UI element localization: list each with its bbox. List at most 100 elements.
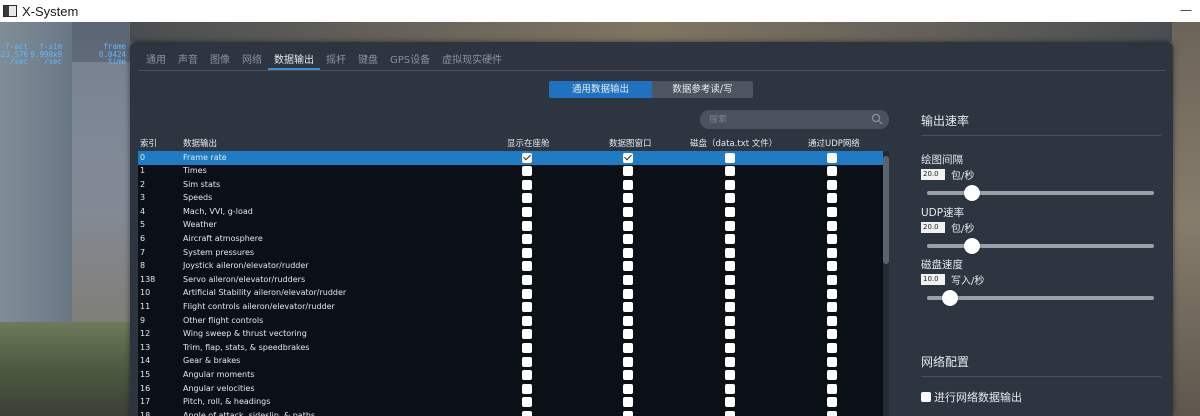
udp-checkbox[interactable] xyxy=(827,261,837,272)
tab-item[interactable]: 网络 xyxy=(236,52,268,70)
general-output-button[interactable]: 通用数据输出 xyxy=(549,81,652,98)
tab-item[interactable]: GPS设备 xyxy=(384,52,436,70)
disk-checkbox[interactable] xyxy=(725,383,735,394)
table-row[interactable]: 17 Pitch, roll, & headings xyxy=(138,396,883,410)
tab-item[interactable]: 声音 xyxy=(172,52,204,70)
disk-rate-input[interactable]: 10.0 xyxy=(921,274,945,285)
cockpit-checkbox[interactable] xyxy=(522,288,532,299)
udp-checkbox[interactable] xyxy=(827,397,837,408)
graph-checkbox[interactable] xyxy=(623,247,633,258)
udp-checkbox[interactable] xyxy=(827,179,837,190)
graph-interval-input[interactable]: 20.0 xyxy=(921,169,945,180)
graph-checkbox[interactable] xyxy=(623,342,633,353)
graph-checkbox[interactable] xyxy=(623,206,633,217)
cockpit-checkbox[interactable] xyxy=(522,329,532,340)
tab-item[interactable]: 图像 xyxy=(204,52,236,70)
graph-checkbox[interactable] xyxy=(623,370,633,381)
table-row[interactable]: 18 Angle of attack, sideslip, & paths xyxy=(138,409,883,416)
udp-checkbox[interactable] xyxy=(827,206,837,217)
disk-checkbox[interactable] xyxy=(725,302,735,313)
cockpit-checkbox[interactable] xyxy=(522,220,532,231)
search-icon[interactable] xyxy=(871,113,883,125)
disk-checkbox[interactable] xyxy=(725,342,735,353)
table-row[interactable]: 10 Artificial Stability aileron/elevator/… xyxy=(138,287,883,301)
udp-checkbox[interactable] xyxy=(827,315,837,326)
udp-checkbox[interactable] xyxy=(827,356,837,367)
tab-item[interactable]: 数据输出 xyxy=(268,52,320,70)
disk-checkbox[interactable] xyxy=(725,329,735,340)
disk-checkbox[interactable] xyxy=(725,166,735,177)
udp-checkbox[interactable] xyxy=(827,370,837,381)
dataref-rw-button[interactable]: 数据参考读/写 xyxy=(652,81,753,98)
disk-rate-slider[interactable] xyxy=(927,290,1154,306)
udp-checkbox[interactable] xyxy=(827,288,837,299)
table-row[interactable]: 3 Speeds xyxy=(138,192,883,206)
graph-checkbox[interactable] xyxy=(623,220,633,231)
table-row[interactable]: 9 Other flight controls xyxy=(138,314,883,328)
graph-checkbox[interactable] xyxy=(623,179,633,190)
search-input[interactable] xyxy=(709,114,859,125)
graph-checkbox[interactable] xyxy=(623,302,633,313)
graph-checkbox[interactable] xyxy=(623,274,633,285)
cockpit-checkbox[interactable] xyxy=(522,383,532,394)
graph-checkbox[interactable] xyxy=(623,234,633,245)
tab-item[interactable]: 键盘 xyxy=(352,52,384,70)
udp-checkbox[interactable] xyxy=(827,342,837,353)
scrollbar-thumb[interactable] xyxy=(883,156,889,264)
cockpit-checkbox[interactable] xyxy=(522,193,532,204)
graph-checkbox[interactable] xyxy=(623,315,633,326)
cockpit-checkbox[interactable] xyxy=(522,274,532,285)
cockpit-checkbox[interactable] xyxy=(522,179,532,190)
table-row[interactable]: 6 Aircraft atmosphere xyxy=(138,233,883,247)
disk-checkbox[interactable] xyxy=(725,206,735,217)
table-row[interactable]: 0 Frame rate xyxy=(138,151,883,165)
disk-checkbox[interactable] xyxy=(725,356,735,367)
udp-checkbox[interactable] xyxy=(827,302,837,313)
cockpit-checkbox[interactable] xyxy=(522,247,532,258)
cockpit-checkbox[interactable] xyxy=(522,397,532,408)
cockpit-checkbox[interactable] xyxy=(522,234,532,245)
disk-checkbox[interactable] xyxy=(725,152,735,163)
table-row[interactable]: 1 Times xyxy=(138,165,883,179)
table-row[interactable]: 13 Trim, flap, stats, & speedbrakes xyxy=(138,341,883,355)
table-row[interactable]: 12 Wing sweep & thrust vectoring xyxy=(138,328,883,342)
graph-checkbox[interactable] xyxy=(623,397,633,408)
cockpit-checkbox[interactable] xyxy=(522,356,532,367)
disk-checkbox[interactable] xyxy=(725,220,735,231)
graph-checkbox[interactable] xyxy=(623,410,633,416)
cockpit-checkbox[interactable] xyxy=(522,206,532,217)
disk-checkbox[interactable] xyxy=(725,410,735,416)
network-output-checkbox[interactable] xyxy=(921,392,931,402)
table-scrollbar[interactable] xyxy=(883,151,889,416)
cockpit-checkbox[interactable] xyxy=(522,152,532,163)
cockpit-checkbox[interactable] xyxy=(522,166,532,177)
table-row[interactable]: 4 Mach, VVI, g-load xyxy=(138,205,883,219)
slider-knob[interactable] xyxy=(964,238,981,254)
disk-checkbox[interactable] xyxy=(725,234,735,245)
udp-rate-slider[interactable] xyxy=(927,238,1154,254)
cockpit-checkbox[interactable] xyxy=(522,410,532,416)
tab-item[interactable]: 摇杆 xyxy=(320,52,352,70)
graph-checkbox[interactable] xyxy=(623,329,633,340)
udp-checkbox[interactable] xyxy=(827,410,837,416)
graph-interval-slider[interactable] xyxy=(927,185,1154,201)
disk-checkbox[interactable] xyxy=(725,193,735,204)
udp-checkbox[interactable] xyxy=(827,383,837,394)
graph-checkbox[interactable] xyxy=(623,356,633,367)
udp-checkbox[interactable] xyxy=(827,193,837,204)
table-row[interactable]: 7 System pressures xyxy=(138,246,883,260)
disk-checkbox[interactable] xyxy=(725,274,735,285)
minimize-button[interactable]: — xyxy=(1180,3,1192,17)
table-row[interactable]: 138 Servo aileron/elevator/rudders xyxy=(138,273,883,287)
disk-checkbox[interactable] xyxy=(725,397,735,408)
graph-checkbox[interactable] xyxy=(623,152,633,163)
udp-checkbox[interactable] xyxy=(827,274,837,285)
cockpit-checkbox[interactable] xyxy=(522,315,532,326)
disk-checkbox[interactable] xyxy=(725,288,735,299)
slider-knob[interactable] xyxy=(964,185,981,201)
cockpit-checkbox[interactable] xyxy=(522,342,532,353)
table-row[interactable]: 5 Weather xyxy=(138,219,883,233)
cockpit-checkbox[interactable] xyxy=(522,370,532,381)
tab-item[interactable]: 通用 xyxy=(140,52,172,70)
graph-checkbox[interactable] xyxy=(623,383,633,394)
